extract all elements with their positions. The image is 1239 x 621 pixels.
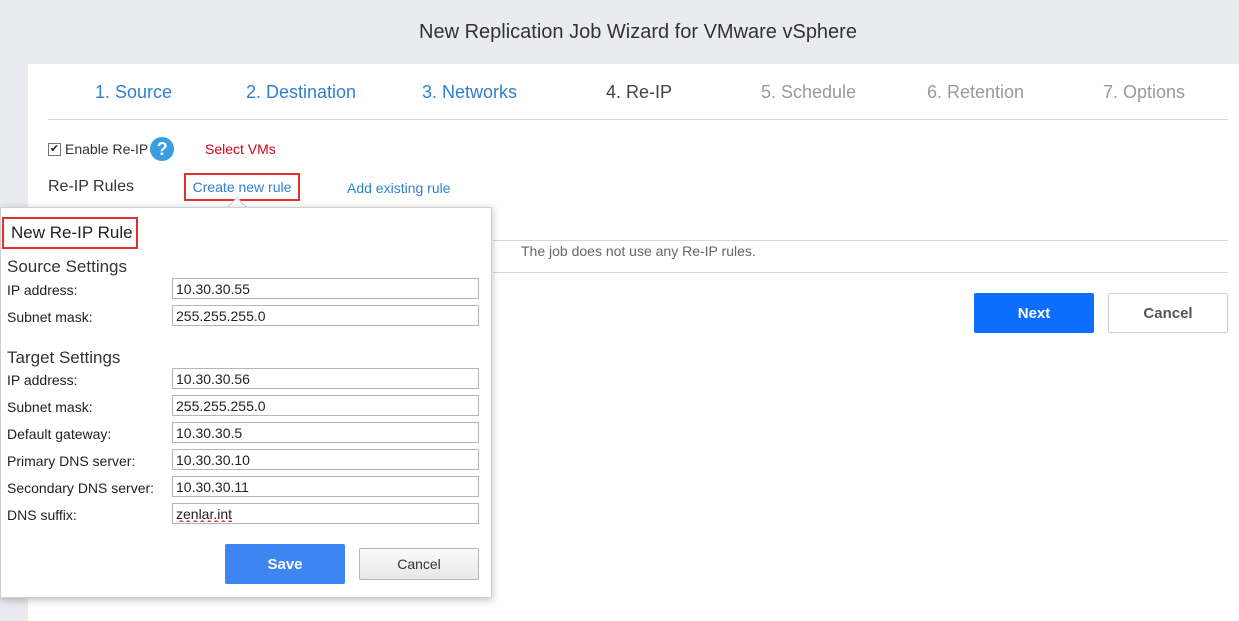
- cancel-button[interactable]: Cancel: [1108, 293, 1228, 333]
- target-mask-label: Subnet mask:: [7, 399, 93, 415]
- source-mask-label: Subnet mask:: [7, 309, 93, 325]
- help-icon[interactable]: ?: [150, 137, 175, 161]
- source-mask-input[interactable]: [172, 305, 479, 326]
- target-settings-title: Target Settings: [7, 348, 121, 367]
- source-settings-title: Source Settings: [7, 257, 128, 276]
- target-ip-input[interactable]: [172, 368, 479, 389]
- wizard-steps: 1. Source 2. Destination 3. Networks 4. …: [48, 64, 1228, 120]
- popup-cancel-button[interactable]: Cancel: [359, 548, 479, 580]
- wizard-title: New Replication Job Wizard for VMware vS…: [419, 21, 857, 43]
- popup-title: New Re-IP Rule: [2, 217, 138, 249]
- primary-dns-input[interactable]: [172, 449, 479, 470]
- select-vms-warning: Select VMs: [205, 141, 276, 157]
- new-reip-rule-popup: New Re-IP Rule Source Settings IP addres…: [0, 207, 492, 598]
- gateway-input[interactable]: [172, 422, 479, 443]
- rules-empty-message: The job does not use any Re-IP rules.: [521, 243, 756, 259]
- step-schedule: 5. Schedule: [761, 82, 857, 102]
- reip-rules-label: Re-IP Rules: [48, 178, 134, 195]
- target-mask-input[interactable]: [172, 395, 479, 416]
- step-reip[interactable]: 4. Re-IP: [606, 82, 672, 103]
- step-destination[interactable]: 2. Destination: [246, 82, 356, 103]
- step-retention: 6. Retention: [927, 82, 1025, 102]
- secondary-dns-label: Secondary DNS server:: [7, 480, 155, 496]
- next-button[interactable]: Next: [974, 293, 1094, 333]
- step-options: 7. Options: [1103, 82, 1186, 102]
- enable-reip-checkbox[interactable]: ✔: [48, 142, 61, 156]
- dns-suffix-input[interactable]: [172, 503, 479, 524]
- rules-table-divider: [493, 240, 1228, 241]
- secondary-dns-input[interactable]: [172, 476, 479, 497]
- target-ip-label: IP address:: [7, 372, 78, 388]
- step-networks[interactable]: 3. Networks: [422, 82, 517, 103]
- gateway-label: Default gateway:: [7, 426, 112, 442]
- dns-suffix-label: DNS suffix:: [7, 507, 77, 523]
- step-source[interactable]: 1. Source: [95, 82, 172, 103]
- create-new-rule-link[interactable]: Create new rule: [184, 173, 300, 201]
- save-button[interactable]: Save: [225, 544, 345, 584]
- enable-reip-label[interactable]: Enable Re-IP: [65, 141, 148, 157]
- source-ip-label: IP address:: [7, 282, 78, 298]
- source-ip-input[interactable]: [172, 278, 479, 299]
- enable-reip-row: ✔ Enable Re-IP ?: [48, 136, 175, 162]
- primary-dns-label: Primary DNS server:: [7, 453, 136, 469]
- rules-table-divider: [493, 272, 1228, 273]
- add-existing-rule-link[interactable]: Add existing rule: [347, 180, 451, 196]
